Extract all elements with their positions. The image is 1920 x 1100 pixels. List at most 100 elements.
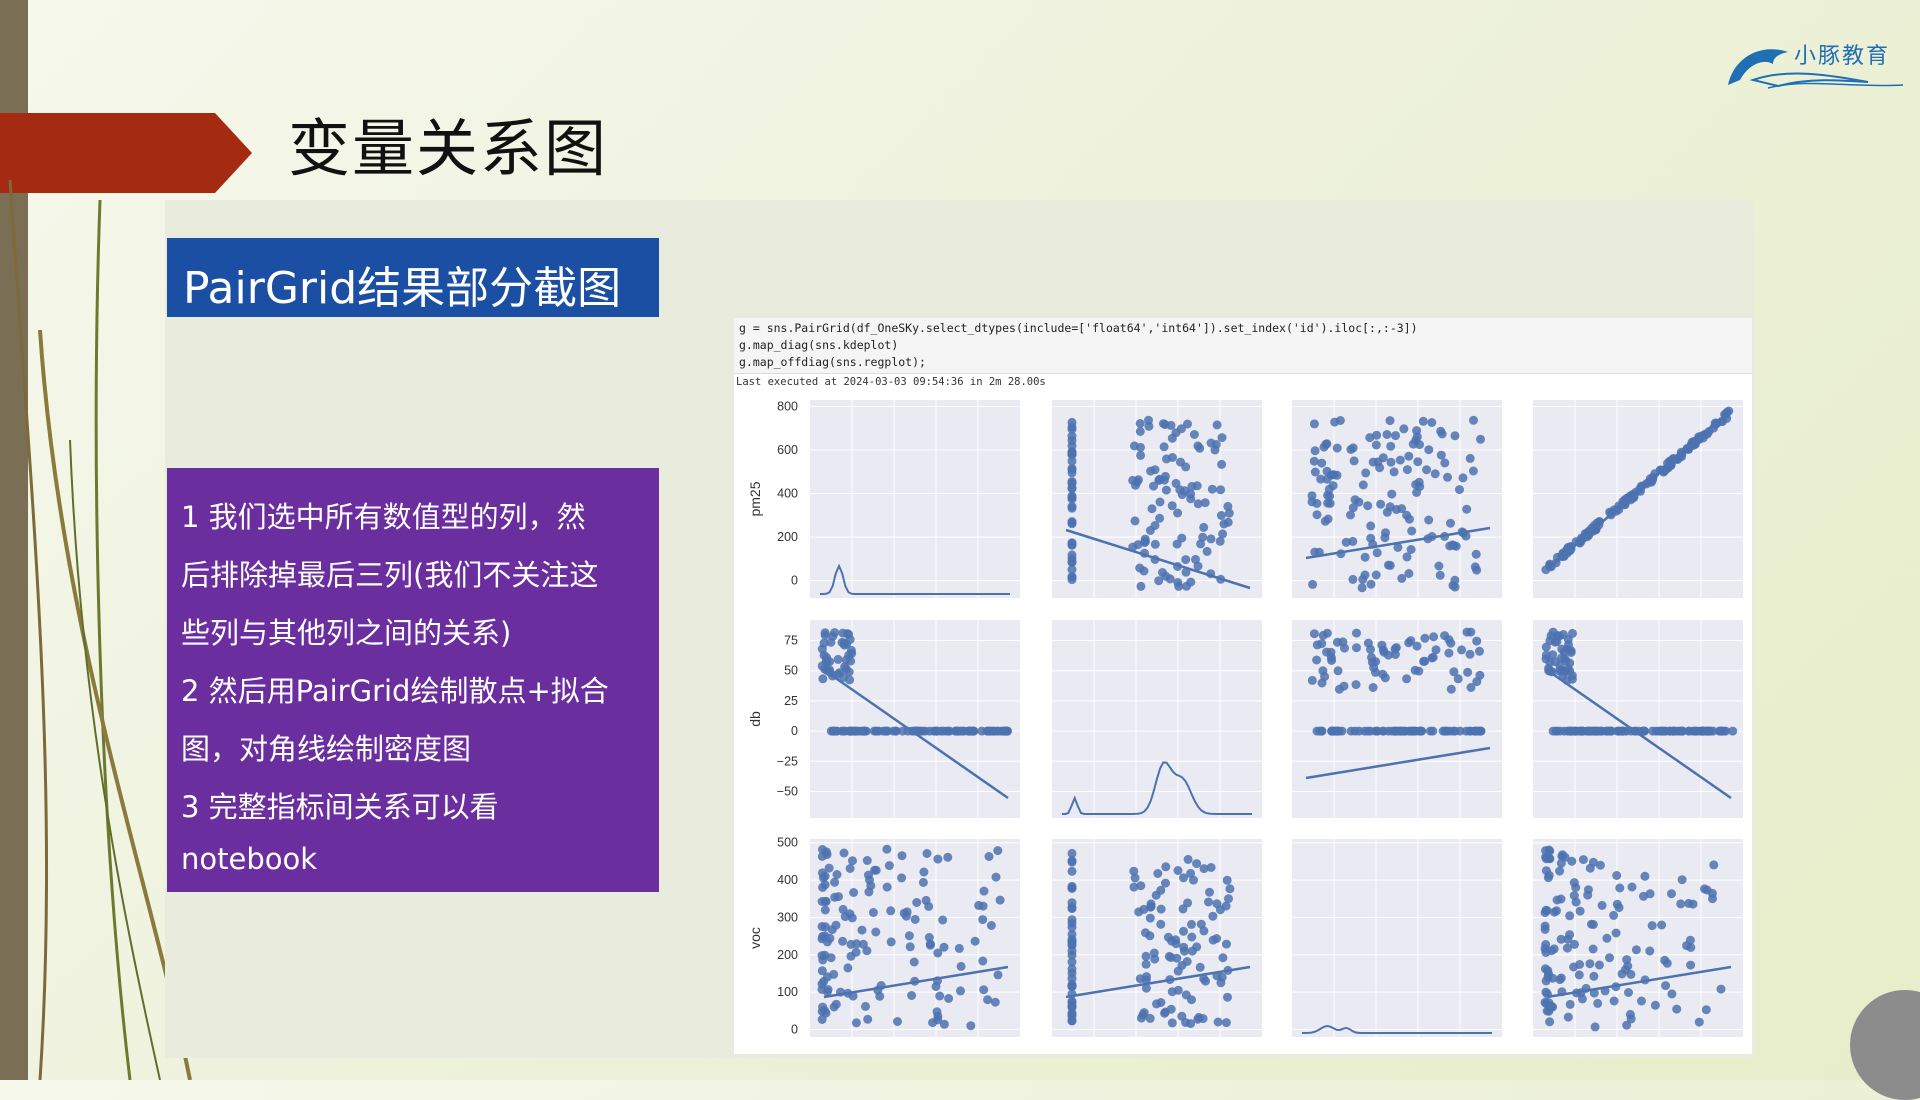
- scatter-point: [863, 1014, 873, 1024]
- scatter-point: [1709, 860, 1719, 870]
- scatter-point: [1546, 1001, 1556, 1011]
- scatter-point: [1662, 958, 1672, 968]
- scatter-point: [1194, 1012, 1204, 1022]
- scatter-point: [1067, 964, 1077, 974]
- scatter-point: [1177, 961, 1187, 970]
- scatter-point: [1658, 726, 1668, 736]
- scatter-point: [841, 655, 851, 665]
- scatter-point: [851, 1018, 861, 1028]
- scatter-point: [864, 887, 874, 897]
- scatter-point: [820, 905, 830, 915]
- scatter-point: [1192, 859, 1202, 869]
- scatter-point: [1215, 905, 1225, 915]
- scatter-point: [1382, 507, 1392, 517]
- scatter-point: [1413, 457, 1423, 467]
- scatter-point: [1200, 498, 1210, 508]
- scatter-point: [1166, 1004, 1176, 1014]
- scatter-point: [1626, 1014, 1636, 1024]
- scatter-point: [1365, 433, 1375, 443]
- scatter-point: [1172, 953, 1182, 963]
- scatter-point: [1145, 1013, 1155, 1023]
- scatter-point: [933, 1015, 943, 1025]
- scatter-point: [1412, 641, 1422, 651]
- scatter-point: [1067, 538, 1077, 548]
- scatter-point: [1180, 946, 1189, 956]
- scatter-point: [1067, 898, 1077, 908]
- scatter-point: [1338, 637, 1348, 647]
- scatter-point: [1204, 897, 1213, 907]
- scatter-point: [1334, 684, 1344, 694]
- scatter-point: [984, 852, 994, 861]
- scatter-point: [992, 726, 1002, 736]
- scatter-point: [869, 726, 879, 736]
- scatter-point: [871, 927, 881, 937]
- scatter-point: [1348, 574, 1358, 584]
- scatter-point: [1368, 683, 1378, 692]
- scatter-point: [1412, 426, 1422, 436]
- scatter-point: [1216, 511, 1226, 520]
- scatter-point: [833, 654, 843, 664]
- scatter-point: [1354, 497, 1364, 507]
- scatter-point: [862, 856, 872, 865]
- scatter-point: [1195, 962, 1205, 972]
- scatter-point: [1360, 726, 1370, 736]
- scatter-point: [1716, 984, 1726, 994]
- scatter-point: [1218, 953, 1228, 963]
- scatter-point: [1422, 465, 1432, 475]
- scatter-point: [991, 872, 1001, 882]
- scatter-point: [1310, 446, 1320, 456]
- scatter-point: [1318, 666, 1328, 676]
- scatter-point: [1402, 552, 1412, 562]
- scatter-point: [1212, 420, 1222, 430]
- scatter-point: [1129, 882, 1139, 892]
- scatter-point: [1323, 490, 1333, 500]
- scatter-point: [1348, 536, 1358, 546]
- scatter-point: [1443, 472, 1452, 482]
- scatter-point: [1067, 554, 1077, 563]
- scatter-point: [1389, 467, 1399, 477]
- scatter-point: [845, 635, 855, 644]
- scatter-point: [1352, 643, 1361, 653]
- scatter-point: [954, 943, 964, 953]
- scatter-point: [1181, 555, 1191, 565]
- scatter-point: [1307, 491, 1317, 501]
- scatter-point: [1191, 554, 1200, 564]
- scatter-point: [1397, 573, 1407, 583]
- scatter-point: [1140, 534, 1150, 544]
- scatter-point: [1318, 630, 1328, 640]
- scatter-point: [871, 865, 881, 875]
- tick-label: 500: [777, 836, 798, 850]
- scatter-point: [1136, 581, 1146, 591]
- scatter-point: [1221, 1018, 1231, 1028]
- scatter-point: [1378, 669, 1388, 679]
- scatter-point: [1332, 443, 1342, 453]
- scatter-point: [939, 942, 949, 952]
- scatter-point: [1320, 516, 1330, 526]
- scatter-point: [845, 864, 855, 873]
- scatter-point: [1332, 726, 1341, 736]
- scatter-point: [1155, 497, 1165, 507]
- scatter-point: [1458, 473, 1468, 483]
- scatter-point: [1609, 910, 1619, 920]
- scatter-point: [1589, 971, 1599, 981]
- scatter-point: [1455, 485, 1464, 495]
- scatter-point: [1171, 935, 1181, 945]
- scatter-point: [1217, 459, 1227, 469]
- scatter-point: [1136, 442, 1145, 452]
- scatter-point: [1196, 919, 1206, 929]
- scatter-point: [838, 904, 848, 914]
- scatter-point: [1672, 1004, 1682, 1014]
- scatter-point: [1217, 433, 1227, 443]
- scatter-point: [1131, 480, 1140, 490]
- scatter-point: [1450, 575, 1460, 585]
- scatter-point: [979, 985, 989, 995]
- scatter-point: [819, 977, 829, 986]
- scatter-point: [1327, 655, 1337, 665]
- scatter-point: [1594, 960, 1604, 970]
- scatter-point: [1395, 455, 1405, 465]
- scatter-point: [1578, 855, 1588, 865]
- scatter-point: [933, 854, 943, 864]
- scatter-point: [1569, 962, 1579, 972]
- scatter-point: [1147, 504, 1157, 514]
- scatter-point: [1308, 579, 1318, 589]
